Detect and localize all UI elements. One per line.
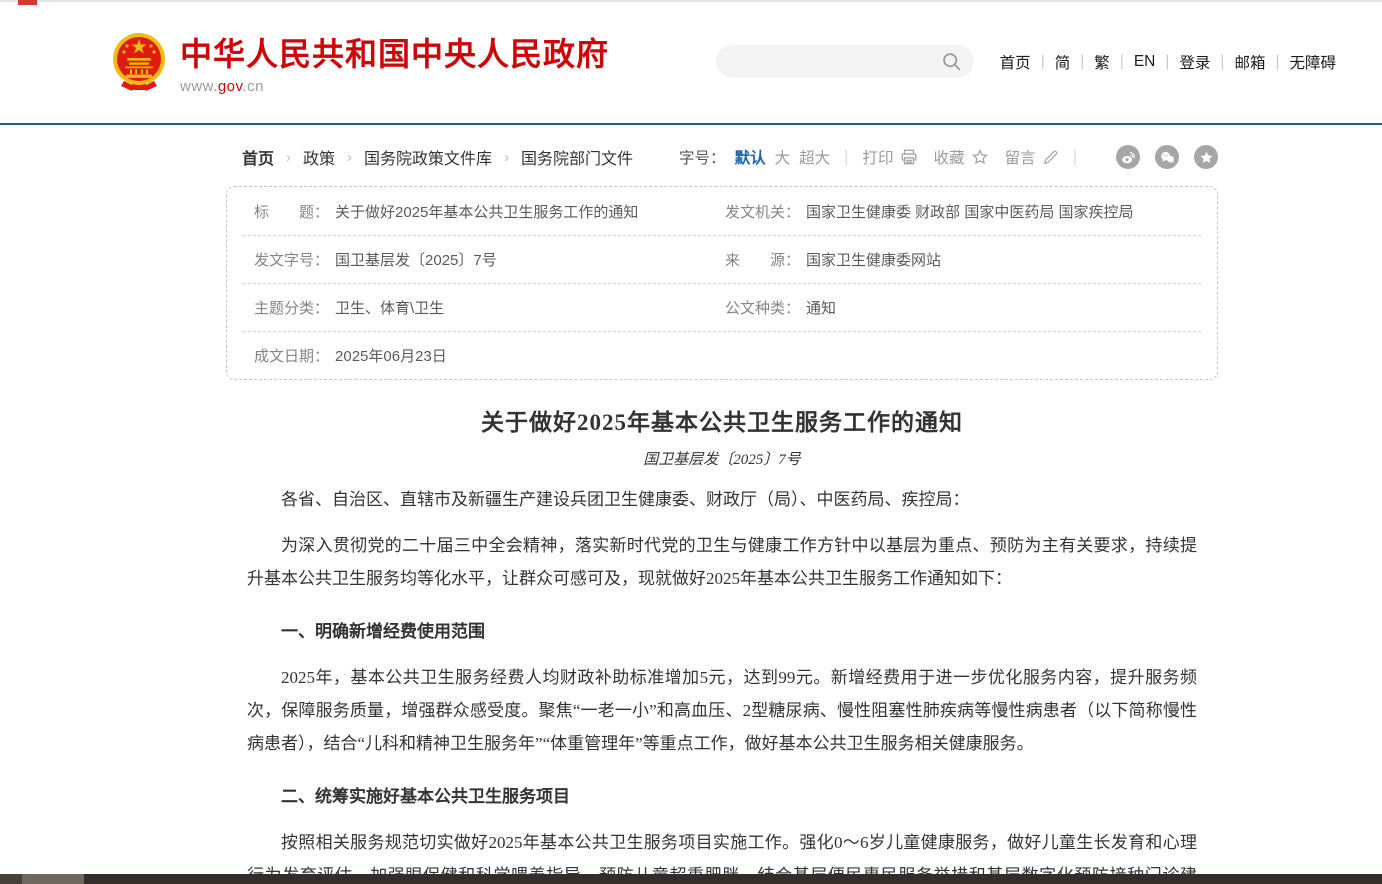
document-title: 关于做好2025年基本公共卫生服务工作的通知 <box>226 403 1218 437</box>
meta-value: 卫生、体育\卫生 <box>335 297 444 318</box>
breadcrumb-item-2[interactable]: 政策 <box>303 145 335 169</box>
chevron-right-icon: › <box>286 149 291 166</box>
share-group <box>1101 145 1218 169</box>
star-icon <box>971 148 989 166</box>
site-title: 中华人民共和国中央人民政府 <box>180 29 609 75</box>
nav-separator: | <box>1080 53 1084 71</box>
url-highlight: gov <box>218 78 243 95</box>
paragraph: 为深入贯彻党的二十届三中全会精神，落实新时代党的卫生与健康工作方针中以基层为重点… <box>247 529 1197 595</box>
main-column: 首页 › 政策 › 国务院政策文件库 › 国务院部门文件 字号： 默认大超大 | 打印 收藏 留… <box>226 144 1218 884</box>
nav-separator: | <box>1120 53 1124 71</box>
meta-value: 关于做好2025年基本公共卫生服务工作的通知 <box>335 201 638 222</box>
pencil-icon <box>1042 149 1059 166</box>
meta-row: 主题分类： 卫生、体育\卫生 公文种类： 通知 <box>243 283 1201 331</box>
qzone-icon[interactable] <box>1194 145 1218 169</box>
nav-item-2[interactable]: 简 <box>1055 51 1071 73</box>
footer-segment <box>0 874 22 884</box>
font-size-option-3[interactable]: 超大 <box>799 150 830 167</box>
pencil-button[interactable]: 留言 <box>1005 146 1059 168</box>
meta-label: 发文机关： <box>725 201 800 222</box>
meta-value: 2025年06月23日 <box>335 345 447 366</box>
meta-label: 公文种类： <box>725 297 800 318</box>
weibo-icon[interactable] <box>1116 145 1140 169</box>
font-size-label: 字号： <box>679 146 726 168</box>
toolbar: 首页 › 政策 › 国务院政策文件库 › 国务院部门文件 字号： 默认大超大 | 打印 收藏 留… <box>226 144 1218 170</box>
wechat-icon[interactable] <box>1155 145 1179 169</box>
meta-cell: 主题分类： 卫生、体育\卫生 <box>243 297 725 318</box>
toolbar-separator: | <box>1073 147 1077 167</box>
toolbar-actions: 打印 收藏 留言 <box>863 146 1059 168</box>
document-number: 国卫基层发〔2025〕7号 <box>226 448 1218 469</box>
site-header: 中华人民共和国中央人民政府 www.gov.cn 首页 | 简 | 繁 | EN | 登录 | 邮箱… <box>0 0 1382 125</box>
meta-cell: 来 源： 国家卫生健康委网站 <box>725 249 1201 270</box>
search-input[interactable] <box>716 45 974 78</box>
paragraph: 各省、自治区、直辖市及新疆生产建设兵团卫生健康委、财政厅（局）、中医药局、疾控局… <box>247 483 1197 516</box>
meta-value: 国家卫生健康委网站 <box>806 249 941 270</box>
meta-row: 成文日期： 2025年06月23日 <box>243 331 1201 379</box>
action-label: 留言 <box>1005 146 1036 168</box>
action-label: 收藏 <box>934 146 965 168</box>
nav-separator: | <box>1275 53 1279 71</box>
meta-cell: 发文字号： 国卫基层发〔2025〕7号 <box>243 249 725 270</box>
site-url: www.gov.cn <box>180 78 609 95</box>
search-icon[interactable] <box>941 51 962 72</box>
nav-item-7[interactable]: 无障碍 <box>1289 51 1336 73</box>
meta-cell: 成文日期： 2025年06月23日 <box>243 345 725 366</box>
meta-label: 来 源： <box>725 249 800 270</box>
meta-label: 标 题： <box>254 201 329 222</box>
nav-separator: | <box>1165 53 1169 71</box>
meta-label: 成文日期： <box>254 345 329 366</box>
font-size-option-1[interactable]: 默认 <box>735 150 766 167</box>
toolbar-separator: | <box>844 147 848 167</box>
nav-item-1[interactable]: 首页 <box>1000 51 1031 73</box>
meta-cell: 标 题： 关于做好2025年基本公共卫生服务工作的通知 <box>243 201 725 222</box>
section-heading: 二、统筹实施好基本公共卫生服务项目 <box>247 780 1197 813</box>
footer-segment <box>22 874 84 884</box>
nav-item-3[interactable]: 繁 <box>1094 51 1110 73</box>
meta-value: 通知 <box>806 297 836 318</box>
meta-label: 发文字号： <box>254 249 329 270</box>
top-nav: 首页 | 简 | 繁 | EN | 登录 | 邮箱 | 无障碍 <box>1000 51 1336 73</box>
action-label: 打印 <box>863 146 894 168</box>
nav-separator: | <box>1220 53 1224 71</box>
nav-separator: | <box>1041 53 1045 71</box>
meta-row: 标 题： 关于做好2025年基本公共卫生服务工作的通知 发文机关： 国家卫生健康委 财… <box>243 187 1201 235</box>
footer-bar <box>0 874 1382 884</box>
nav-item-4[interactable]: EN <box>1134 53 1156 71</box>
paragraph: 2025年，基本公共卫生服务经费人均财政补助标准增加5元，达到99元。新增经费用… <box>247 661 1197 760</box>
meta-cell: 发文机关： 国家卫生健康委 财政部 国家中医药局 国家疾控局 <box>725 201 1201 222</box>
article-body: 各省、自治区、直辖市及新疆生产建设兵团卫生健康委、财政厅（局）、中医药局、疾控局… <box>226 483 1218 884</box>
printer-button[interactable]: 打印 <box>863 146 918 168</box>
meta-value: 国卫基层发〔2025〕7号 <box>335 249 497 270</box>
breadcrumb-item-3[interactable]: 国务院政策文件库 <box>364 145 492 169</box>
chevron-right-icon: › <box>347 149 352 166</box>
nav-item-5[interactable]: 登录 <box>1179 51 1210 73</box>
site-logo[interactable]: 中华人民共和国中央人民政府 www.gov.cn <box>112 29 609 95</box>
document-meta-box: 标 题： 关于做好2025年基本公共卫生服务工作的通知 发文机关： 国家卫生健康委 财… <box>226 186 1218 380</box>
breadcrumb: 首页 › 政策 › 国务院政策文件库 › 国务院部门文件 <box>242 145 633 169</box>
search-box[interactable] <box>716 45 974 78</box>
meta-label: 主题分类： <box>254 297 329 318</box>
font-size-options: 默认大超大 <box>726 146 831 168</box>
toolbar-right: 字号： 默认大超大 | 打印 收藏 留言 | <box>679 145 1218 169</box>
meta-cell: 公文种类： 通知 <box>725 297 1201 318</box>
breadcrumb-item-1[interactable]: 首页 <box>242 145 274 169</box>
font-size-option-2[interactable]: 大 <box>775 150 791 167</box>
section-heading: 一、明确新增经费使用范围 <box>247 615 1197 648</box>
printer-icon <box>900 148 918 166</box>
url-prefix: www. <box>180 78 218 95</box>
url-suffix: .cn <box>242 78 264 95</box>
breadcrumb-item-4[interactable]: 国务院部门文件 <box>521 145 633 169</box>
meta-value: 国家卫生健康委 财政部 国家中医药局 国家疾控局 <box>806 201 1134 222</box>
chevron-right-icon: › <box>504 149 509 166</box>
national-emblem-icon <box>112 32 166 92</box>
page: 中华人民共和国中央人民政府 www.gov.cn 首页 | 简 | 繁 | EN | 登录 | 邮箱… <box>0 0 1382 884</box>
star-button[interactable]: 收藏 <box>934 146 989 168</box>
site-name-block: 中华人民共和国中央人民政府 www.gov.cn <box>180 29 609 95</box>
nav-item-6[interactable]: 邮箱 <box>1234 51 1265 73</box>
meta-row: 发文字号： 国卫基层发〔2025〕7号 来 源： 国家卫生健康委网站 <box>243 235 1201 283</box>
